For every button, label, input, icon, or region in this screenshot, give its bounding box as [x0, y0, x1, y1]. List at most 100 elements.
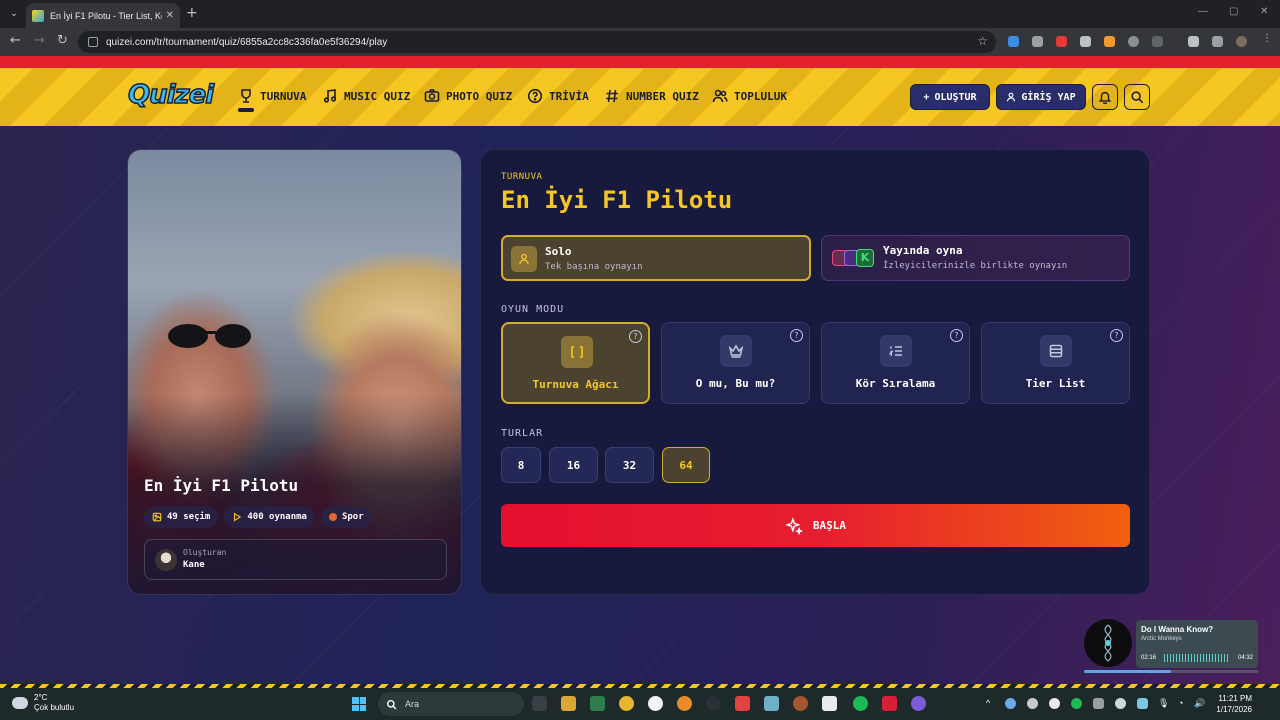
category-badge[interactable]: Spor: [320, 506, 372, 528]
network-icon[interactable]: ◔: [1178, 698, 1183, 708]
nav-trivia[interactable]: TRİVİA: [527, 88, 589, 104]
nav-number-quiz[interactable]: NUMBER QUIZ: [604, 88, 699, 104]
start-button[interactable]: BAŞLA: [501, 504, 1130, 547]
creator-avatar: [155, 549, 177, 571]
search-button[interactable]: [1124, 84, 1150, 110]
address-bar: ← → ↻ quizei.com/tr/tournament/quiz/6855…: [0, 28, 1280, 56]
app-4-icon[interactable]: [764, 696, 779, 711]
solo-option[interactable]: Solo Tek başına oynayın: [501, 235, 811, 281]
app-2-icon[interactable]: [706, 696, 721, 711]
notepad-icon[interactable]: [822, 696, 837, 711]
browser-menu-icon[interactable]: ⋮: [1262, 33, 1273, 44]
nav-tournament[interactable]: TURNUVA: [238, 88, 306, 104]
help-icon[interactable]: ?: [629, 330, 642, 343]
extension-3-icon[interactable]: [1056, 36, 1067, 47]
app-6-icon[interactable]: [882, 696, 897, 711]
now-playing-box: Do I Wanna Know? Arctic Monkeys 02:16 04…: [1136, 620, 1258, 668]
mode-blind-ranking[interactable]: ? Kör Sıralama: [821, 322, 970, 404]
microphone-icon[interactable]: 🎙: [1158, 698, 1169, 709]
app-7-icon[interactable]: [911, 696, 926, 711]
tray-icon-5[interactable]: [1115, 698, 1126, 709]
tab-search-chevron-icon[interactable]: ⌄: [6, 6, 22, 22]
nav-photo-quiz[interactable]: PHOTO QUIZ: [424, 88, 512, 104]
search-app-icon[interactable]: [648, 696, 663, 711]
creator-name: Kane: [183, 560, 205, 570]
help-icon[interactable]: ?: [950, 329, 963, 342]
blender-icon[interactable]: [677, 696, 692, 711]
music-widget[interactable]: Do I Wanna Know? Arctic Monkeys 02:16 04…: [1084, 619, 1260, 675]
chrome-icon[interactable]: [619, 696, 634, 711]
quiz-stats: 49 seçim 400 oynanma Spor: [144, 506, 372, 528]
tray-overflow-icon[interactable]: ^: [986, 698, 990, 708]
create-label: OLUŞTUR: [934, 91, 977, 103]
rounds-label: TURLAR: [501, 428, 544, 439]
site-logo[interactable]: Quizei: [127, 79, 215, 111]
mode-tier-list[interactable]: ? Tier List: [981, 322, 1130, 404]
extension-5-icon[interactable]: [1104, 36, 1115, 47]
creator-box[interactable]: Oluşturan Kane: [144, 539, 447, 580]
extension-4-icon[interactable]: [1080, 36, 1091, 47]
round-option-16[interactable]: 16: [549, 447, 598, 483]
round-option-32[interactable]: 32: [605, 447, 654, 483]
nav-music-quiz[interactable]: MUSIC QUIZ: [322, 88, 410, 104]
notifications-button[interactable]: [1092, 84, 1118, 110]
spotify-icon[interactable]: [853, 696, 868, 711]
profile-avatar-icon[interactable]: [1236, 36, 1247, 47]
search-icon: [387, 699, 397, 709]
round-option-64[interactable]: 64: [662, 447, 710, 483]
tab-close-icon[interactable]: ✕: [166, 10, 174, 21]
site-info-icon[interactable]: [88, 37, 98, 47]
track-progress-bar[interactable]: [1084, 670, 1258, 673]
play-icon: [234, 512, 242, 522]
windows-start-icon[interactable]: [352, 697, 366, 711]
maximize-icon[interactable]: ▢: [1229, 6, 1238, 17]
bookmark-star-icon[interactable]: ☆: [977, 34, 988, 48]
tray-icon-1[interactable]: [1005, 698, 1016, 709]
create-button[interactable]: + OLUŞTUR: [910, 84, 990, 110]
volume-icon[interactable]: 🔊: [1194, 698, 1205, 709]
minimize-icon[interactable]: —: [1198, 6, 1208, 17]
app-icon[interactable]: [590, 696, 605, 711]
reading-list-icon[interactable]: [1212, 36, 1223, 47]
forward-icon[interactable]: →: [34, 33, 45, 48]
mode-bracket[interactable]: ? Turnuva Ağacı: [501, 322, 650, 404]
url-field[interactable]: quizei.com/tr/tournament/quiz/6855a2cc8c…: [78, 31, 996, 53]
search-placeholder: Ara: [405, 699, 420, 709]
tray-icon-6[interactable]: [1137, 698, 1148, 709]
weather-widget[interactable]: 2°C Çok bulutlu: [12, 693, 74, 713]
mode-this-or-that[interactable]: ? O mu, Bu mu?: [661, 322, 810, 404]
bell-icon: [1098, 91, 1112, 104]
tray-icon-3[interactable]: [1049, 698, 1060, 709]
task-view-icon[interactable]: [532, 696, 547, 711]
back-icon[interactable]: ←: [10, 33, 21, 48]
stream-option[interactable]: K Yayında oyna İzleyicilerinizle birlikt…: [821, 235, 1130, 281]
page-title: En İyi F1 Pilotu: [501, 186, 733, 214]
extension-2-icon[interactable]: [1032, 36, 1043, 47]
extension-6-icon[interactable]: [1128, 36, 1139, 47]
temperature: 2°C: [34, 693, 48, 702]
tray-icon-2[interactable]: [1027, 698, 1038, 709]
new-tab-icon[interactable]: +: [186, 5, 198, 21]
weather-condition: Çok bulutlu: [34, 703, 75, 712]
help-icon[interactable]: ?: [790, 329, 803, 342]
extensions-puzzle-icon[interactable]: [1152, 36, 1163, 47]
app-5-icon[interactable]: [793, 696, 808, 711]
track-artist: Arctic Monkeys: [1141, 636, 1182, 642]
audio-visualizer: [1164, 654, 1230, 662]
extension-1-icon[interactable]: [1008, 36, 1019, 47]
help-icon[interactable]: ?: [1110, 329, 1123, 342]
download-icon[interactable]: [1188, 36, 1199, 47]
reload-icon[interactable]: ↻: [57, 33, 68, 48]
file-explorer-icon[interactable]: [561, 696, 576, 711]
nav-community[interactable]: TOPLULUK: [712, 88, 787, 104]
header-top-strip: [0, 56, 1280, 68]
tray-icon-4[interactable]: [1093, 698, 1104, 709]
login-button[interactable]: GİRİŞ YAP: [996, 84, 1086, 110]
close-window-icon[interactable]: ✕: [1260, 6, 1268, 17]
tray-spotify-icon[interactable]: [1071, 698, 1082, 709]
taskbar-search[interactable]: Ara: [378, 692, 524, 716]
browser-tab[interactable]: En İyi F1 Pilotu - Tier List, Kör Sı ✕: [26, 3, 180, 28]
app-3-icon[interactable]: [735, 696, 750, 711]
system-clock[interactable]: 11:21 PM 1/17/2026: [1212, 693, 1252, 715]
round-option-8[interactable]: 8: [501, 447, 541, 483]
